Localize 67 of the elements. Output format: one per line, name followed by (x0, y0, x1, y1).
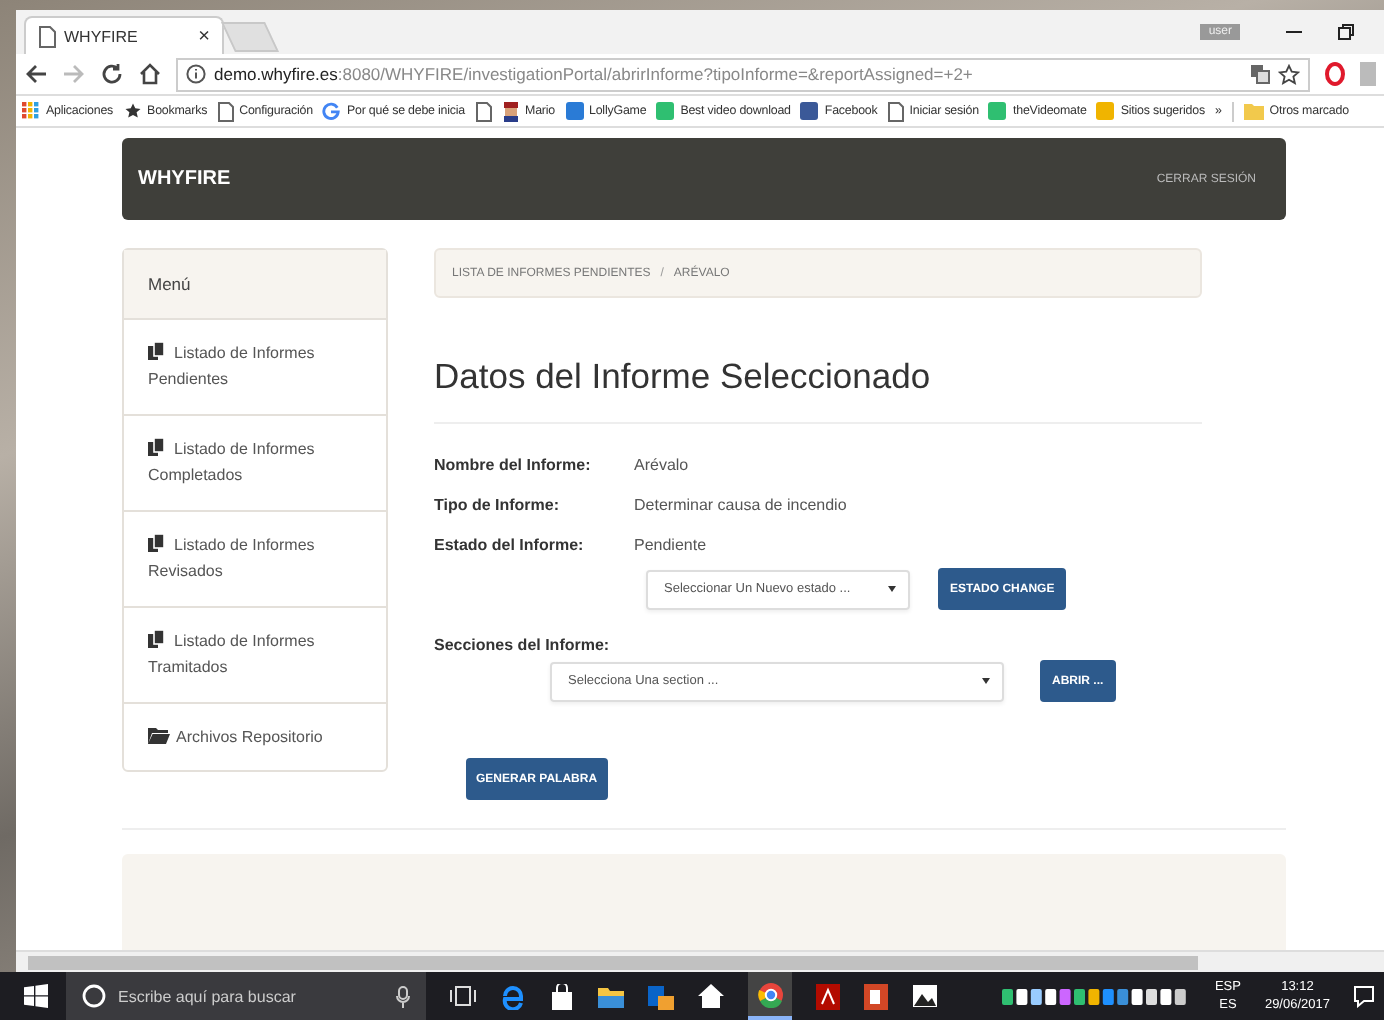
taskbar-search-field[interactable]: Escribe aquí para buscar (66, 972, 426, 1020)
tab-title: WHYFIRE (64, 27, 140, 45)
horizontal-scrollbar[interactable] (16, 950, 1384, 972)
folder-icon[interactable] (598, 985, 624, 1007)
page-icon (887, 101, 904, 121)
folder-icon (1243, 102, 1264, 120)
caret-icon (982, 678, 990, 684)
site-icon (1096, 102, 1115, 120)
browser-circle-icon (757, 981, 783, 1007)
sidebar-item[interactable]: Listado de Informes Completados (124, 416, 386, 512)
site-icon (656, 102, 675, 120)
address-bar[interactable]: demo.whyfire.es:8080/WHYFIRE/investigationPortal/abrirInforme?tipoInforme=&reportAssigned=+2+ (176, 57, 1310, 91)
site-icon (565, 102, 583, 120)
sidebar-item[interactable]: Listado de Informes Pendientes (124, 320, 386, 416)
field-label: Nombre del Informe: (434, 455, 593, 473)
files-icon (148, 534, 168, 552)
page-title: Datos del Informe Seleccionado (434, 356, 933, 398)
page-icon (38, 25, 56, 47)
files-icon (148, 630, 168, 648)
sidebar-item[interactable]: Listado de Informes Tramitados (124, 608, 386, 704)
sidebar-heading: Menú (124, 250, 386, 320)
sidebar-item[interactable]: Archivos Repositorio (124, 704, 386, 770)
browser-e-icon[interactable] (500, 983, 526, 1009)
restore-icon[interactable] (1336, 22, 1356, 42)
site-icon (988, 102, 1007, 120)
caret-icon (888, 586, 896, 592)
grid-icon (22, 102, 40, 120)
google-g-icon (322, 102, 341, 120)
field-value: Determinar causa de incendio (634, 495, 847, 513)
character-icon (501, 101, 520, 121)
system-tray-icons-drawing[interactable] (1002, 985, 1191, 1007)
page-icon (475, 101, 492, 121)
field-value: Pendiente (634, 535, 707, 553)
translate-icon[interactable] (1250, 64, 1270, 84)
section-label: Secciones del Informe: (434, 636, 612, 654)
brand-link[interactable]: WHYFIRE (138, 168, 231, 190)
task-view-icon[interactable] (450, 986, 476, 1006)
house-icon[interactable] (698, 984, 724, 1008)
info-icon (186, 64, 206, 84)
mail-app-icon[interactable] (648, 983, 674, 1009)
files-icon (148, 438, 168, 456)
reload-icon[interactable] (100, 62, 124, 86)
photos-icon[interactable] (912, 984, 938, 1008)
microphone-icon[interactable] (396, 985, 410, 1007)
star-icon[interactable] (1278, 63, 1300, 85)
folder-icon (148, 726, 170, 744)
bookmark-item[interactable] (475, 101, 492, 121)
circle-icon (82, 984, 106, 1008)
field-label: Tipo de Informe: (434, 495, 562, 513)
home-icon[interactable] (138, 62, 162, 86)
files-icon (148, 342, 168, 360)
windows-logo-icon[interactable] (24, 984, 48, 1008)
pdf-reader-icon[interactable] (816, 983, 840, 1009)
shopping-bag-icon[interactable] (550, 983, 574, 1009)
browser-tab[interactable]: WHYFIRE × (24, 16, 224, 54)
page-icon (217, 101, 234, 121)
notifications-icon[interactable] (1354, 985, 1374, 1007)
star-icon (123, 102, 142, 120)
chrome-taskbar-button[interactable] (748, 972, 792, 1020)
site-icon (800, 102, 819, 120)
field-value: Arévalo (634, 455, 689, 473)
close-tab-button[interactable]: × (198, 25, 210, 47)
slides-app-icon[interactable] (864, 983, 888, 1009)
back-arrow-icon[interactable] (24, 62, 48, 86)
field-label: Estado del Informe: (434, 535, 586, 553)
opera-icon[interactable] (1324, 62, 1346, 86)
sidebar-item[interactable]: Listado de Informes Revisados (124, 512, 386, 608)
